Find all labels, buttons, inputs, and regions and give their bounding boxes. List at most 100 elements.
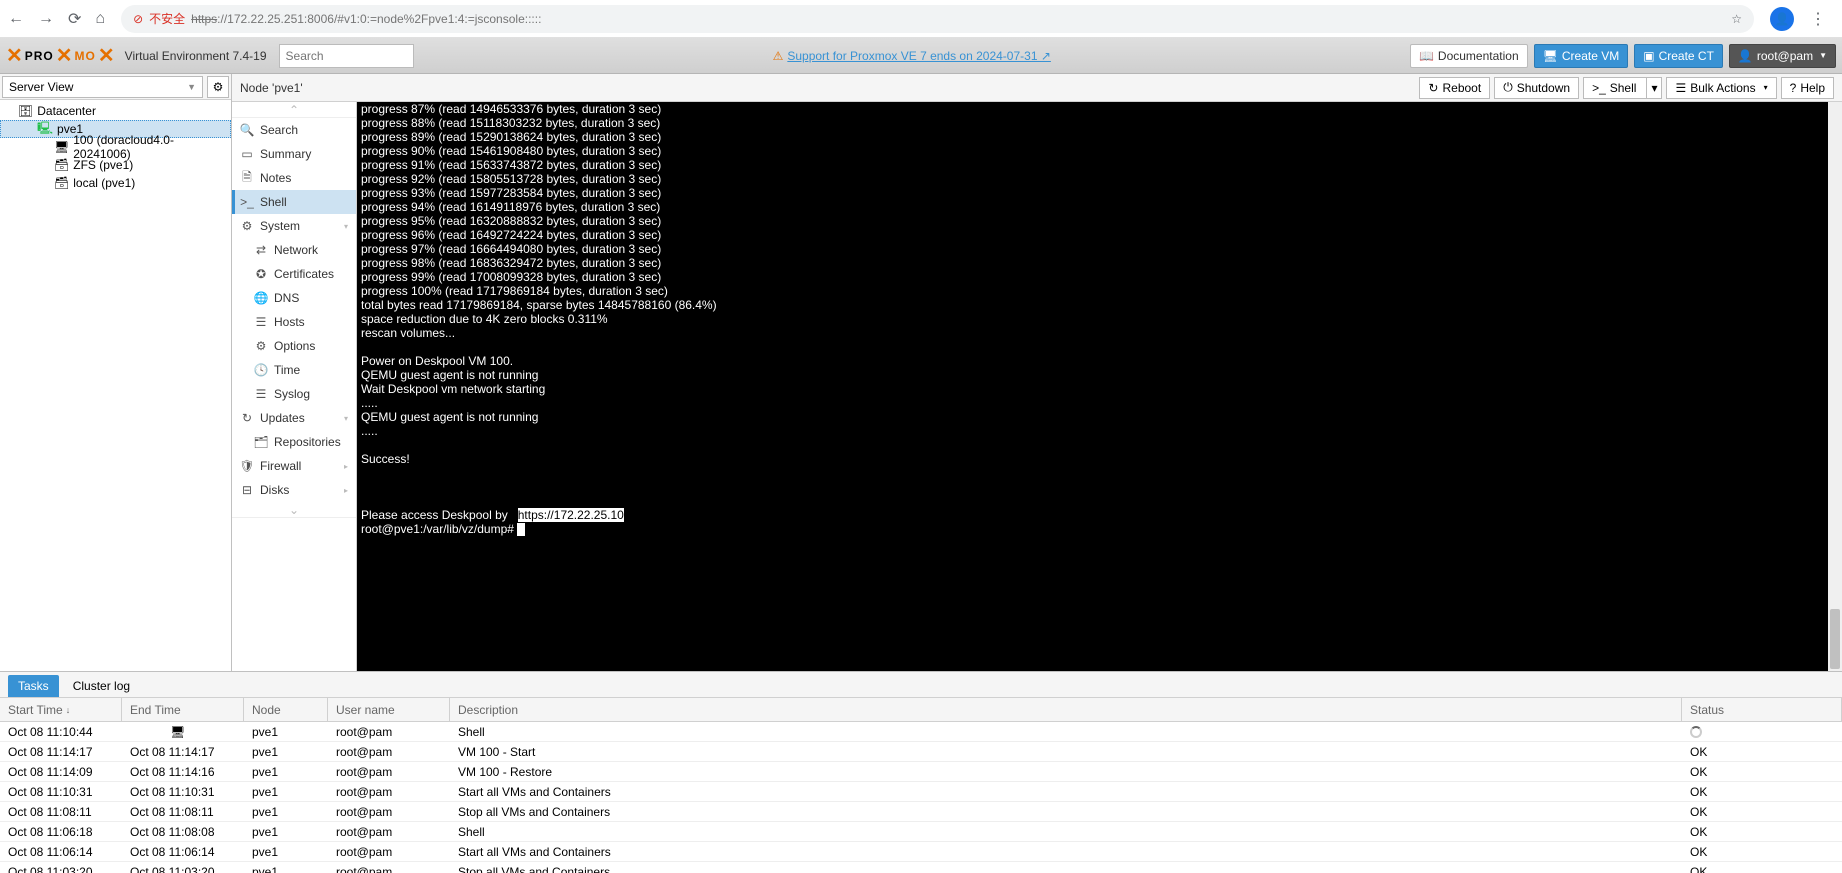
shield-icon: 🛡 xyxy=(240,459,254,473)
nav-disks[interactable]: ⊟Disks▸ xyxy=(232,478,356,502)
task-row[interactable]: Oct 08 11:10:31Oct 08 11:10:31pve1root@p… xyxy=(0,782,1842,802)
tree-datacenter[interactable]: 🗄Datacenter xyxy=(0,102,231,120)
task-grid-body: Oct 08 11:10:44🖥pve1root@pamShellOct 08 … xyxy=(0,722,1842,873)
cell-status: OK xyxy=(1682,802,1842,821)
cell-node: pve1 xyxy=(244,842,328,861)
content-panel: Node 'pve1' ↻Reboot ⏻Shutdown >_Shell▾ ☰… xyxy=(232,74,1842,671)
nav-dns[interactable]: 🌐DNS xyxy=(232,286,356,310)
col-start-time[interactable]: Start Time↓ xyxy=(0,698,122,721)
bookmark-icon[interactable]: ☆ xyxy=(1731,12,1742,26)
task-row[interactable]: Oct 08 11:10:44🖥pve1root@pamShell xyxy=(0,722,1842,742)
task-row[interactable]: Oct 08 11:08:11Oct 08 11:08:11pve1root@p… xyxy=(0,802,1842,822)
cell-user: root@pam xyxy=(328,762,450,781)
gear-icon: ⚙ xyxy=(213,80,224,94)
nav-search[interactable]: 🔍Search xyxy=(232,118,356,142)
content-title: Node 'pve1' xyxy=(240,81,1415,95)
chevron-right-icon: ▸ xyxy=(344,462,348,471)
list-icon: ☰ xyxy=(1675,81,1686,95)
cell-node: pve1 xyxy=(244,722,328,741)
chevron-down-icon[interactable]: ▾ xyxy=(1646,78,1661,98)
create-ct-button[interactable]: ▣Create CT xyxy=(1634,44,1723,68)
cell-start: Oct 08 11:10:31 xyxy=(0,782,122,801)
home-icon[interactable]: ⌂ xyxy=(95,10,105,28)
nav-certificates[interactable]: ✪Certificates xyxy=(232,262,356,286)
cell-desc: Shell xyxy=(450,722,1682,741)
nav-summary[interactable]: ▭Summary xyxy=(232,142,356,166)
nav-updates[interactable]: ↻Updates▾ xyxy=(232,406,356,430)
cell-end: Oct 08 11:03:20 xyxy=(122,862,244,873)
pve-version: Virtual Environment 7.4-19 xyxy=(125,49,267,63)
task-row[interactable]: Oct 08 11:14:09Oct 08 11:14:16pve1root@p… xyxy=(0,762,1842,782)
cell-desc: Stop all VMs and Containers xyxy=(450,802,1682,821)
cell-status xyxy=(1682,722,1842,741)
nav-firewall[interactable]: 🛡Firewall▸ xyxy=(232,454,356,478)
tab-tasks[interactable]: Tasks xyxy=(8,675,59,697)
cell-status: OK xyxy=(1682,862,1842,873)
storage-icon: 🗃 xyxy=(54,176,69,190)
menu-icon[interactable]: ⋮ xyxy=(1802,9,1834,29)
shell-terminal[interactable]: progress 87% (read 14946533376 bytes, du… xyxy=(357,102,1842,671)
nav-system[interactable]: ⚙System▾ xyxy=(232,214,356,238)
user-menu-button[interactable]: 👤root@pam▼ xyxy=(1729,44,1836,68)
nav-network[interactable]: ⇄Network xyxy=(232,238,356,262)
back-icon[interactable]: ← xyxy=(8,10,24,28)
cell-user: root@pam xyxy=(328,722,450,741)
create-vm-button[interactable]: 🖥Create VM xyxy=(1534,44,1629,68)
cell-end: Oct 08 11:14:17 xyxy=(122,742,244,761)
url-text: https://172.22.25.251:8006/#v1:0:=node%2… xyxy=(191,12,541,26)
forward-icon[interactable]: → xyxy=(38,10,54,28)
col-end-time[interactable]: End Time xyxy=(122,698,244,721)
clock-icon: 🕓 xyxy=(254,363,268,377)
nav-notes[interactable]: 🗎Notes xyxy=(232,166,356,190)
cell-desc: Stop all VMs and Containers xyxy=(450,862,1682,873)
bulk-actions-button[interactable]: ☰Bulk Actions▾ xyxy=(1666,77,1776,99)
insecure-icon: ⊘ xyxy=(133,12,143,26)
help-button[interactable]: ?Help xyxy=(1781,77,1834,99)
tree-storage-local[interactable]: 🗃local (pve1) xyxy=(0,174,231,192)
task-row[interactable]: Oct 08 11:06:14Oct 08 11:06:14pve1root@p… xyxy=(0,842,1842,862)
col-description[interactable]: Description xyxy=(450,698,1682,721)
pve-header: ✕PRO✕MO✕ Virtual Environment 7.4-19 ⚠ Su… xyxy=(0,38,1842,74)
cell-end: Oct 08 11:06:14 xyxy=(122,842,244,861)
documentation-button[interactable]: 📖Documentation xyxy=(1410,44,1528,68)
task-row[interactable]: Oct 08 11:14:17Oct 08 11:14:17pve1root@p… xyxy=(0,742,1842,762)
shell-button[interactable]: >_Shell▾ xyxy=(1583,77,1662,99)
nav-options[interactable]: ⚙Options xyxy=(232,334,356,358)
scroll-up-button[interactable]: ⌃ xyxy=(232,102,356,118)
nav-hosts[interactable]: ☰Hosts xyxy=(232,310,356,334)
shutdown-button[interactable]: ⏻Shutdown xyxy=(1494,77,1579,99)
tree-vm-100[interactable]: 🖥100 (doracloud4.0-20241006) xyxy=(0,138,231,156)
nav-time[interactable]: 🕓Time xyxy=(232,358,356,382)
reboot-button[interactable]: ↻Reboot xyxy=(1419,77,1490,99)
tab-cluster-log[interactable]: Cluster log xyxy=(63,675,140,697)
nav-repositories[interactable]: 🗂Repositories xyxy=(232,430,356,454)
hosts-icon: ☰ xyxy=(254,315,268,329)
cell-status: OK xyxy=(1682,742,1842,761)
profile-icon[interactable]: 👤 xyxy=(1770,7,1794,31)
search-input[interactable] xyxy=(279,44,414,68)
view-selector[interactable]: Server View▼ xyxy=(2,76,203,98)
nav-shell[interactable]: >_Shell xyxy=(232,190,356,214)
warning-icon: ⚠ xyxy=(773,49,784,63)
scroll-down-button[interactable]: ⌄ xyxy=(232,502,356,518)
col-status[interactable]: Status xyxy=(1682,698,1842,721)
book-icon: 📖 xyxy=(1419,49,1434,63)
tree-settings-button[interactable]: ⚙ xyxy=(207,76,229,98)
col-node[interactable]: Node xyxy=(244,698,328,721)
terminal-scrollbar[interactable] xyxy=(1828,102,1842,671)
cell-status: OK xyxy=(1682,762,1842,781)
insecure-label: 不安全 xyxy=(149,10,185,27)
eol-link[interactable]: Support for Proxmox VE 7 ends on 2024-07… xyxy=(787,49,1051,63)
col-user[interactable]: User name xyxy=(328,698,450,721)
summary-icon: ▭ xyxy=(240,147,254,161)
task-row[interactable]: Oct 08 11:06:18Oct 08 11:08:08pve1root@p… xyxy=(0,822,1842,842)
cell-node: pve1 xyxy=(244,782,328,801)
reload-icon[interactable]: ⟳ xyxy=(68,9,81,29)
node-sidenav: ⌃ 🔍Search ▭Summary 🗎Notes >_Shell ⚙Syste… xyxy=(232,102,357,671)
url-bar[interactable]: ⊘ 不安全 https://172.22.25.251:8006/#v1:0:=… xyxy=(121,5,1754,33)
cogs-icon: ⚙ xyxy=(240,219,254,233)
running-icon: 🖥 xyxy=(170,725,185,739)
monitor-icon: 🖥 xyxy=(1543,49,1558,63)
task-row[interactable]: Oct 08 11:03:20Oct 08 11:03:20pve1root@p… xyxy=(0,862,1842,873)
nav-syslog[interactable]: ☰Syslog xyxy=(232,382,356,406)
